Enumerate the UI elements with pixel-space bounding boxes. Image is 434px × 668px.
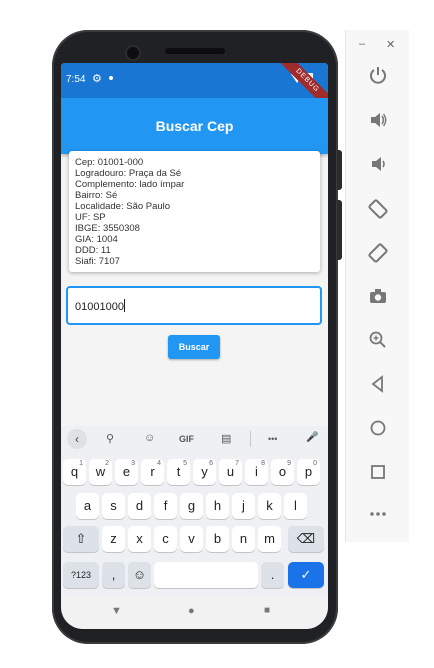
notification-dot-icon [109,76,113,80]
symbols-key[interactable]: ?123 [63,562,99,588]
key-s[interactable]: s [102,493,125,519]
speaker-grille [165,48,225,54]
more-options-icon[interactable]: ••• [268,434,277,444]
address-result-card: Cep: 01001-000 Logradouro: Praça da Sé C… [69,151,320,272]
volume-hardware-button [337,150,342,190]
volume-up-icon[interactable] [346,110,409,135]
key-p[interactable]: p0 [297,459,320,485]
keyboard-search-icon[interactable]: ⚲ [106,432,114,445]
key-h[interactable]: h [206,493,229,519]
enter-key[interactable]: ✓ [288,562,324,588]
clipboard-icon[interactable]: ▤ [221,432,231,445]
key-c[interactable]: c [154,526,177,552]
key-i[interactable]: i8 [245,459,268,485]
result-uf: UF: SP [75,212,106,223]
key-t[interactable]: t5 [167,459,190,485]
emoji-key-icon[interactable]: ☺ [128,562,151,588]
result-ddd: DDD: 11 [75,245,111,256]
space-key[interactable] [154,562,258,588]
result-gia: GIA: 1004 [75,234,118,245]
key-z[interactable]: z [102,526,125,552]
nav-back-icon[interactable]: ▼ [111,605,122,617]
period-key[interactable]: . [261,562,284,588]
result-siafi: Siafi: 7107 [75,256,120,267]
rotate-left-icon[interactable] [346,198,409,225]
sticker-icon[interactable]: ☺ [144,432,155,444]
key-q[interactable]: q1 [63,459,86,485]
result-cep: Cep: 01001-000 [75,157,144,168]
comma-key[interactable]: , [102,562,125,588]
key-d[interactable]: d [128,493,151,519]
more-icon[interactable] [346,504,409,529]
overview-icon[interactable] [346,462,409,487]
status-bar: 7:54 ⚙ DEBUG [61,63,328,118]
key-a[interactable]: a [76,493,99,519]
back-icon[interactable] [346,374,409,399]
power-hardware-button [337,200,342,260]
key-x[interactable]: x [128,526,151,552]
key-l[interactable]: l [284,493,307,519]
home-icon[interactable] [346,418,409,443]
key-j[interactable]: j [232,493,255,519]
minimize-icon[interactable]: – [359,38,365,50]
result-localidade: Localidade: São Paulo [75,201,171,212]
result-ibge: IBGE: 3550308 [75,223,140,234]
shift-key[interactable]: ⇧ [63,526,99,552]
mic-icon[interactable]: 🎤 [306,432,318,443]
key-g[interactable]: g [180,493,203,519]
keyboard-toolbar: ‹ ⚲ ☺ GIF ▤ ••• 🎤 [61,426,328,452]
status-time: 7:54 [66,74,86,85]
system-nav-bar: ▼ ● ■ [61,596,328,629]
key-v[interactable]: v [180,526,203,552]
backspace-key[interactable]: ⌫ [288,526,324,552]
result-logradouro: Logradouro: Praça da Sé [75,168,182,179]
settings-gear-icon: ⚙ [92,73,102,85]
app-bar: Buscar Cep [61,98,328,154]
key-o[interactable]: o9 [271,459,294,485]
zoom-icon[interactable] [346,330,409,355]
nav-home-icon[interactable]: ● [188,605,195,617]
key-k[interactable]: k [258,493,281,519]
volume-down-icon[interactable] [346,154,409,179]
soft-keyboard: ‹ ⚲ ☺ GIF ▤ ••• 🎤 q1 w2 e3 r4 t5 y6 u7 i… [61,426,328,596]
close-icon[interactable]: ✕ [386,38,395,51]
key-y[interactable]: y6 [193,459,216,485]
keyboard-collapse-icon[interactable]: ‹ [67,429,87,449]
key-r[interactable]: r4 [141,459,164,485]
front-camera [125,45,141,61]
key-b[interactable]: b [206,526,229,552]
key-e[interactable]: e3 [115,459,138,485]
key-w[interactable]: w2 [89,459,112,485]
power-icon[interactable] [346,65,409,90]
page-title: Buscar Cep [155,118,234,134]
text-caret [123,299,125,312]
device-screen: 7:54 ⚙ DEBUG Buscar Cep Cep: 01001-000 L… [61,63,328,629]
result-complemento: Complemento: lado ímpar [75,179,185,190]
search-button[interactable]: Buscar [168,335,220,359]
key-m[interactable]: m [258,526,281,552]
key-f[interactable]: f [154,493,177,519]
emulator-controls-panel: – ✕ [345,30,409,542]
key-u[interactable]: u7 [219,459,242,485]
gif-icon[interactable]: GIF [179,434,194,444]
result-bairro: Bairro: Sé [75,190,118,201]
nav-recents-icon[interactable]: ■ [264,605,270,616]
toolbar-divider [250,431,251,447]
cep-input[interactable]: 01001000 [66,286,322,325]
rotate-right-icon[interactable] [346,242,409,269]
key-n[interactable]: n [232,526,255,552]
cep-input-value: 01001000 [75,299,125,313]
camera-icon[interactable] [346,286,409,311]
